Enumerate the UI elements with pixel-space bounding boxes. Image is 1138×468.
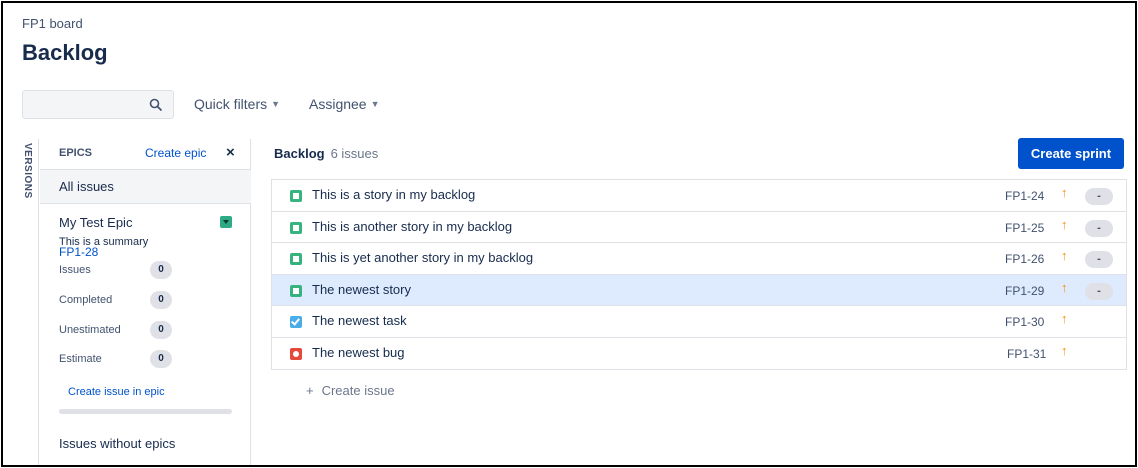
issue-summary: The newest story [312,281,411,297]
issue-key[interactable]: FP1-25 [1005,221,1044,235]
close-icon[interactable]: × [226,144,235,161]
epic-summary: FP1-28 This is a summary [59,236,148,259]
epics-label: EPICS [59,147,93,159]
issues-without-epics-item[interactable]: Issues without epics [59,436,175,451]
epic-stat-label: Issues [59,264,91,276]
issue-row[interactable]: This is yet another story in my backlog … [272,243,1126,275]
backlog-title: Backlog [274,146,325,161]
epic-stat-label: Completed [59,294,113,306]
create-sprint-button[interactable]: Create sprint [1018,138,1124,169]
create-issue-label: Create issue [321,383,395,398]
issue-key[interactable]: FP1-30 [1005,315,1044,329]
bug-icon [290,347,302,360]
versions-panel-tab[interactable]: VERSIONS [21,139,39,465]
estimate-badge[interactable]: - [1085,188,1113,205]
story-icon [290,190,302,202]
epic-progress-bar [59,409,232,414]
issue-summary: The newest bug [312,344,405,360]
versions-label: VERSIONS [22,143,33,199]
issue-key[interactable]: FP1-24 [1005,189,1044,203]
priority-high-icon: ↑ [1061,342,1068,358]
all-issues-label: All issues [59,179,114,194]
issue-summary: This is a story in my backlog [312,187,476,202]
plus-icon: + [306,383,314,398]
epic-stat-value: 0 [150,261,172,279]
quick-filters-dropdown[interactable]: Quick filters ▼ [194,96,280,112]
all-issues-item[interactable]: All issues [40,169,251,204]
chevron-down-icon: ▼ [370,99,380,109]
backlog-header: Backlog 6 issues [274,146,378,161]
epic-stat-value: 0 [150,321,172,339]
epic-key-link[interactable]: FP1-28 [59,245,98,259]
assignee-label: Assignee [309,96,367,112]
issue-key[interactable]: FP1-26 [1005,252,1044,266]
page-title: Backlog [22,40,108,65]
epics-panel: EPICS Create epic × All issues My Test E… [40,139,251,465]
breadcrumb[interactable]: FP1 board [22,16,83,31]
issue-key[interactable]: FP1-31 [1007,347,1046,361]
issue-row-selected[interactable]: The newest story FP1-29 ↑ - [272,274,1126,306]
epic-stat-value: 0 [150,350,172,368]
assignee-dropdown[interactable]: Assignee ▼ [309,96,380,112]
issue-row[interactable]: This is another story in my backlog FP1-… [272,211,1126,243]
epics-header: EPICS Create epic × [40,139,251,169]
issue-summary: The newest task [312,313,407,328]
issue-summary: This is yet another story in my backlog [312,250,534,265]
epic-stat-value: 0 [150,291,172,309]
story-icon [290,221,302,234]
issue-count: 6 issues [330,146,379,161]
create-epic-link[interactable]: Create epic [145,146,206,160]
issue-key[interactable]: FP1-29 [1005,284,1044,298]
search-icon [149,98,163,112]
estimate-badge[interactable]: - [1085,219,1113,237]
estimate-badge[interactable]: - [1085,282,1113,300]
estimate-badge[interactable]: - [1085,251,1113,268]
priority-high-icon: ↑ [1061,248,1068,263]
backlog-issue-list: This is a story in my backlog FP1-24 ↑ -… [271,179,1127,370]
chevron-down-icon: ▼ [271,99,281,109]
create-issue-button[interactable]: + Create issue [306,383,395,398]
story-icon [290,284,302,297]
create-issue-in-epic-link[interactable]: Create issue in epic [68,386,165,398]
issue-row[interactable]: The newest task FP1-30 ↑ [272,306,1126,338]
issue-row[interactable]: This is a story in my backlog FP1-24 ↑ - [272,180,1126,212]
epic-name[interactable]: My Test Epic [59,215,132,230]
search-input[interactable] [22,90,174,119]
priority-high-icon: ↑ [1061,279,1068,295]
story-icon [290,253,302,265]
priority-high-icon: ↑ [1061,311,1068,326]
priority-high-icon: ↑ [1061,216,1068,232]
epic-expand-icon[interactable] [220,216,232,228]
issue-row[interactable]: The newest bug FP1-31 ↑ [272,337,1126,369]
epic-stat-label: Unestimated [59,324,121,336]
quick-filters-label: Quick filters [194,96,268,112]
priority-high-icon: ↑ [1061,185,1068,200]
epic-stat-label: Estimate [59,353,102,365]
task-icon [290,316,302,328]
issue-summary: This is another story in my backlog [312,218,513,234]
